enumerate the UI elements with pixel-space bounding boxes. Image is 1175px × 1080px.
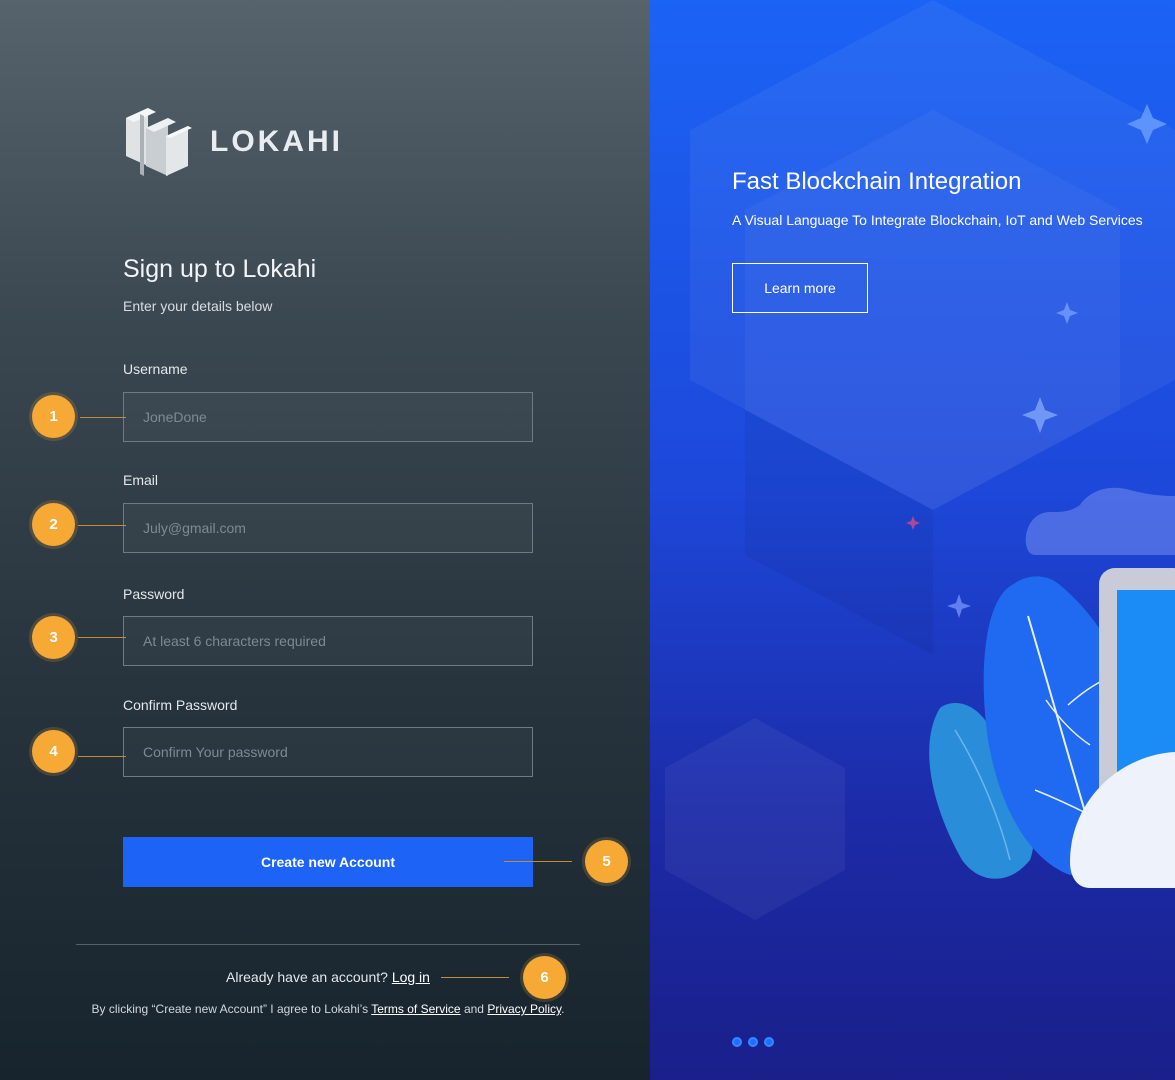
footer-divider: [76, 944, 580, 945]
brand-logo: LOKAHI: [126, 104, 343, 180]
email-label: Email: [123, 472, 159, 488]
carousel-dot-1[interactable]: [732, 1037, 742, 1047]
email-field-box: [123, 503, 533, 553]
password-input[interactable]: [124, 617, 532, 665]
page-title: Sign up to Lokahi: [123, 255, 317, 283]
terms-period-text: .: [561, 1002, 565, 1016]
username-input[interactable]: [124, 393, 532, 441]
hero-title: Fast Blockchain Integration: [732, 168, 1022, 195]
annotation-badge-5: 5: [585, 840, 628, 883]
carousel-dots: [732, 1037, 774, 1047]
carousel-dot-2[interactable]: [748, 1037, 758, 1047]
confirm-password-field-box: [123, 727, 533, 777]
username-field-box: [123, 392, 533, 442]
terms-notice: By clicking “Create new Account” I agree…: [0, 1002, 656, 1016]
privacy-policy-link[interactable]: Privacy Policy: [487, 1002, 561, 1016]
confirm-password-label: Confirm Password: [123, 697, 238, 713]
annotation-badge-3: 3: [32, 616, 75, 659]
carousel-dot-3[interactable]: [764, 1037, 774, 1047]
email-input[interactable]: [124, 504, 532, 552]
login-prompt: Already have an account? Log in: [0, 969, 656, 985]
hero-panel: Fast Blockchain Integration A Visual Lan…: [650, 0, 1175, 1080]
annotation-badge-4: 4: [32, 730, 75, 773]
signup-panel: LOKAHI Sign up to Lokahi Enter your deta…: [0, 0, 650, 1080]
terms-of-service-link[interactable]: Terms of Service: [371, 1002, 460, 1016]
annotation-connector-2: [78, 525, 126, 526]
confirm-password-input[interactable]: [124, 728, 532, 776]
terms-prefix-text: By clicking “Create new Account” I agree…: [91, 1002, 369, 1016]
annotation-connector-4: [78, 756, 126, 757]
login-prompt-text: Already have an account?: [226, 969, 388, 985]
login-link[interactable]: Log in: [392, 969, 430, 985]
annotation-badge-1: 1: [32, 395, 75, 438]
hero-illustration: [665, 0, 1175, 920]
brand-name: LOKAHI: [210, 125, 343, 158]
annotation-connector-5: [504, 861, 572, 862]
lokahi-logo-icon: [126, 108, 192, 176]
annotation-badge-2: 2: [32, 503, 75, 546]
learn-more-button[interactable]: Learn more: [732, 263, 868, 313]
annotation-connector-3: [78, 637, 126, 638]
username-label: Username: [123, 361, 188, 377]
hero-subtitle: A Visual Language To Integrate Blockchai…: [732, 212, 1143, 228]
create-account-button[interactable]: Create new Account: [123, 837, 533, 887]
password-label: Password: [123, 586, 185, 602]
annotation-connector-1: [80, 417, 126, 418]
terms-and-text: and: [463, 1002, 484, 1016]
background-small-cube-icon: [665, 718, 845, 920]
page-subtitle: Enter your details below: [123, 298, 273, 314]
sparkle-icon: [947, 594, 971, 618]
cloud-icon: [1025, 487, 1175, 555]
password-field-box: [123, 616, 533, 666]
